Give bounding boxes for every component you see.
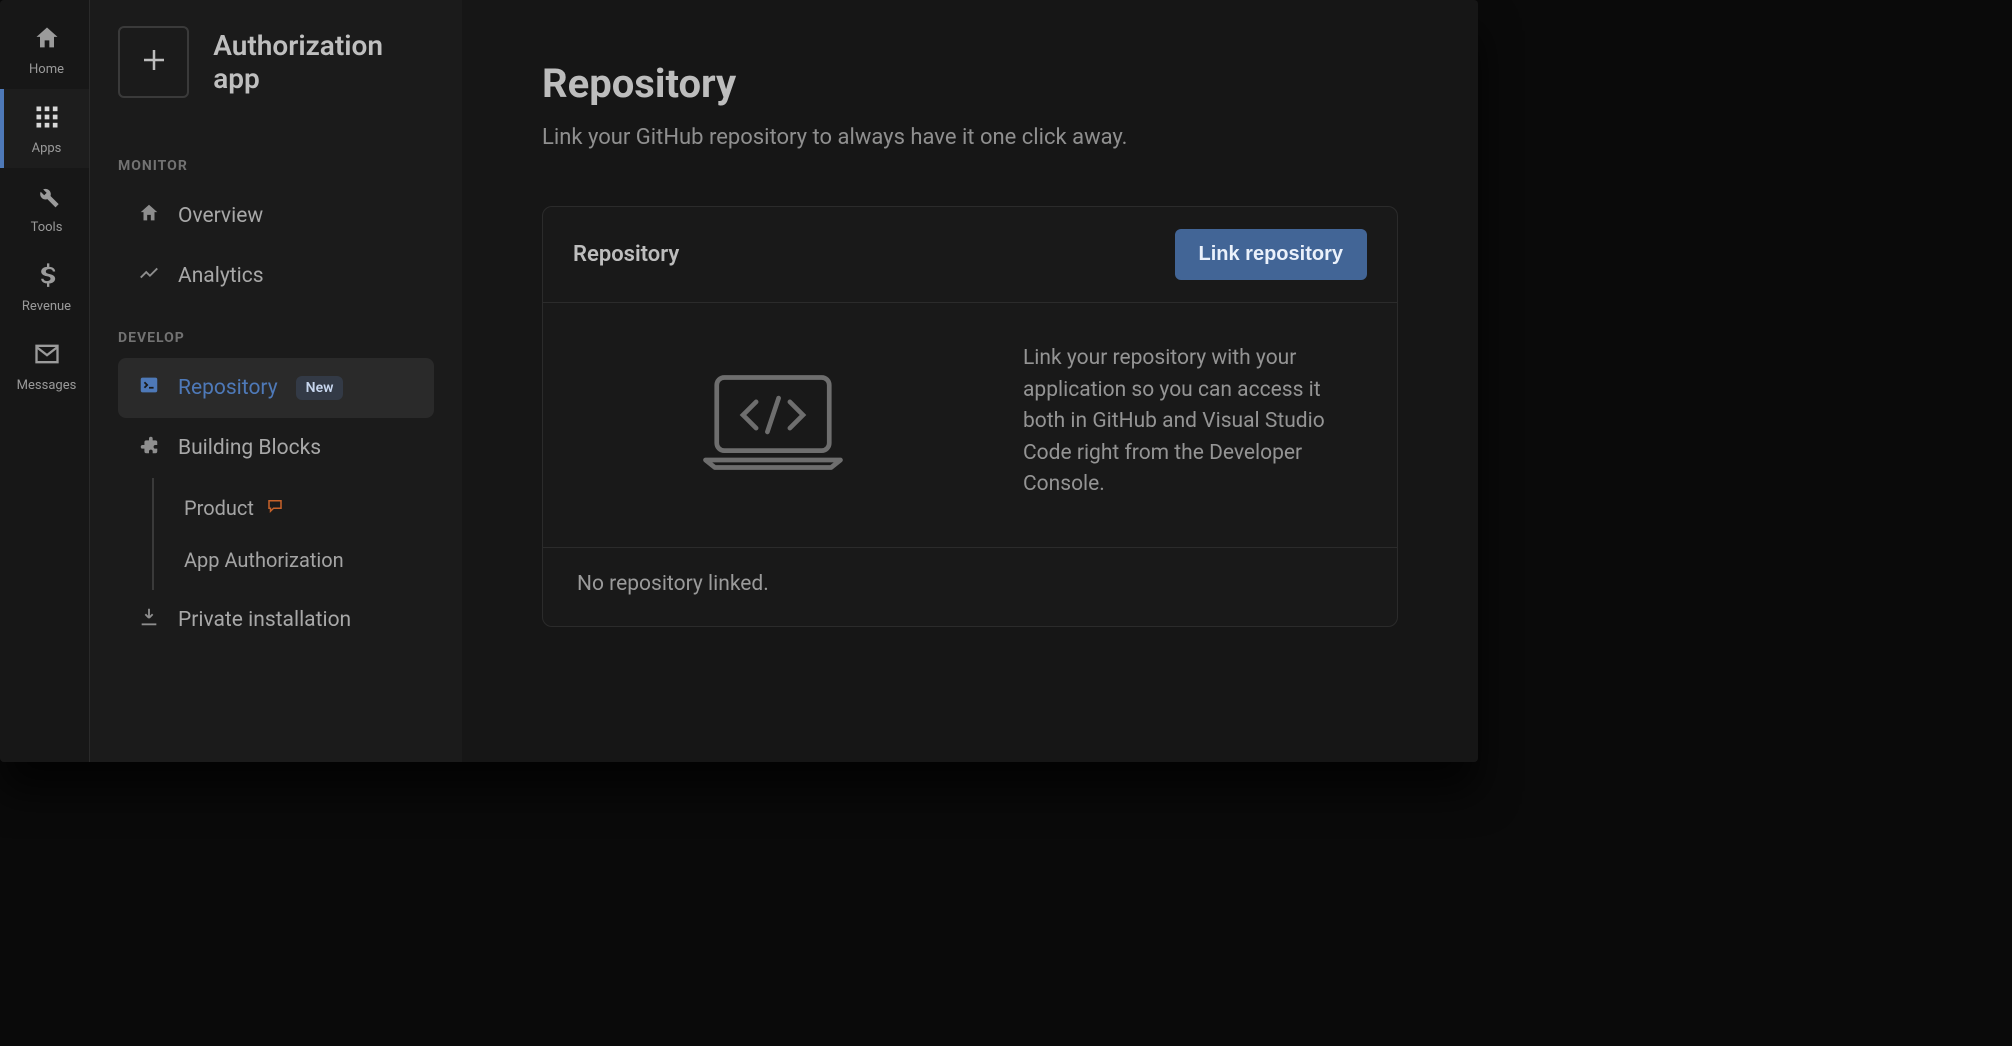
nav-private-installation[interactable]: Private installation <box>118 590 434 650</box>
nav-app-authorization[interactable]: App Authorization <box>154 534 434 586</box>
page-title: Repository <box>542 60 1398 107</box>
home-icon <box>138 202 160 230</box>
laptop-illustration <box>583 370 963 473</box>
card-body-text: Link your repository with your applicati… <box>1023 343 1357 501</box>
nav-overview[interactable]: Overview <box>118 186 434 246</box>
card-footer: No repository linked. <box>543 548 1397 626</box>
card-title: Repository <box>573 242 679 267</box>
rail-revenue[interactable]: Revenue <box>0 247 89 326</box>
envelope-icon <box>33 340 61 372</box>
section-monitor: MONITOR <box>118 158 434 174</box>
app-window: Home Apps Tools Revenue Messages <box>0 0 1478 762</box>
chat-bubble-icon <box>266 496 284 520</box>
trend-icon <box>138 262 160 290</box>
card-header: Repository Link repository <box>543 207 1397 303</box>
nav-rail: Home Apps Tools Revenue Messages <box>0 0 90 762</box>
nav-repository-label: Repository <box>178 376 278 400</box>
nav-sub-group: Product App Authorization <box>152 478 434 590</box>
dollar-icon <box>33 261 61 293</box>
link-repository-button[interactable]: Link repository <box>1175 229 1367 280</box>
rail-home-label: Home <box>29 62 64 77</box>
download-icon <box>138 606 160 634</box>
main-content: Repository Link your GitHub repository t… <box>462 0 1478 762</box>
section-develop: DEVELOP <box>118 330 434 346</box>
puzzle-icon <box>138 434 160 462</box>
page-subtitle: Link your GitHub repository to always ha… <box>542 125 1398 150</box>
add-app-tile[interactable] <box>118 26 189 98</box>
card-body: Link your repository with your applicati… <box>543 303 1397 548</box>
nav-overview-label: Overview <box>178 204 263 228</box>
rail-apps-label: Apps <box>32 141 62 156</box>
nav-analytics[interactable]: Analytics <box>118 246 434 306</box>
new-badge: New <box>296 376 344 400</box>
apps-grid-icon <box>33 103 61 135</box>
plus-icon <box>139 45 169 79</box>
rail-tools[interactable]: Tools <box>0 168 89 247</box>
app-header-row: Authorization app <box>118 26 434 98</box>
rail-home[interactable]: Home <box>0 10 89 89</box>
nav-private-installation-label: Private installation <box>178 608 351 632</box>
rail-messages-label: Messages <box>17 378 77 393</box>
rail-revenue-label: Revenue <box>22 299 71 314</box>
nav-app-authorization-label: App Authorization <box>184 548 344 572</box>
repository-card: Repository Link repository Link your rep… <box>542 206 1398 627</box>
home-icon <box>33 24 61 56</box>
wrench-icon <box>33 182 61 214</box>
laptop-code-icon <box>698 370 848 473</box>
terminal-icon <box>138 374 160 402</box>
rail-apps[interactable]: Apps <box>0 89 89 168</box>
app-name: Authorization app <box>213 29 434 95</box>
nav-building-blocks-label: Building Blocks <box>178 436 321 460</box>
nav-repository[interactable]: Repository New <box>118 358 434 418</box>
nav-analytics-label: Analytics <box>178 264 264 288</box>
sidebar: Authorization app MONITOR Overview Analy… <box>90 0 462 762</box>
nav-building-blocks[interactable]: Building Blocks <box>118 418 434 478</box>
nav-product[interactable]: Product <box>154 482 434 534</box>
rail-tools-label: Tools <box>31 220 63 235</box>
rail-messages[interactable]: Messages <box>0 326 89 405</box>
nav-product-label: Product <box>184 496 254 520</box>
